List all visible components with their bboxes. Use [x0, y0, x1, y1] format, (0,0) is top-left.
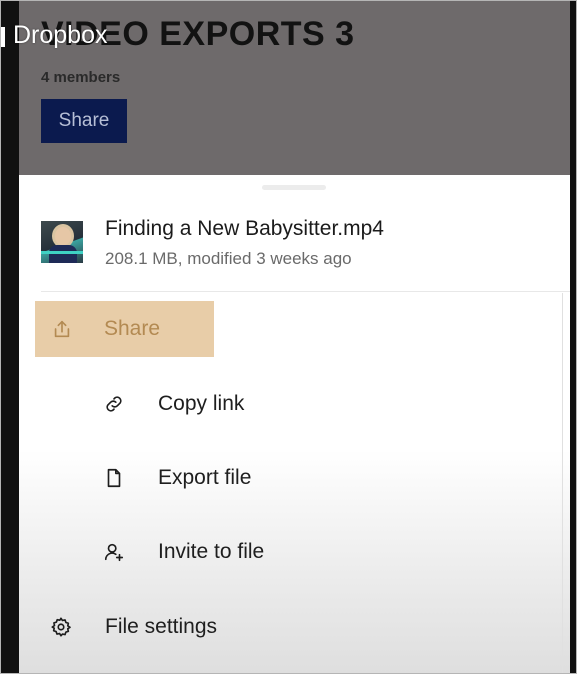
menu-item-label: Export file — [158, 466, 252, 489]
menu-item-share[interactable]: Share — [35, 301, 214, 357]
divider — [562, 293, 563, 673]
menu-item-copy-link[interactable]: Copy link — [102, 376, 244, 432]
file-actions-sheet: Finding a New Babysitter.mp4 208.1 MB, m… — [19, 175, 570, 673]
file-name: Finding a New Babysitter.mp4 — [105, 217, 384, 240]
menu-item-label: Share — [104, 317, 161, 340]
share-icon — [50, 317, 74, 341]
video-thumbnail — [41, 221, 83, 263]
app-frame: VIDEO EXPORTS 3 4 members Share Dropbox … — [0, 0, 577, 674]
folder-members-count: 4 members — [41, 69, 121, 86]
file-header: Finding a New Babysitter.mp4 208.1 MB, m… — [19, 213, 570, 293]
menu-item-file-settings[interactable]: File settings — [49, 599, 217, 655]
sheet-drag-handle[interactable] — [262, 185, 326, 190]
gear-icon — [49, 615, 73, 639]
menu-item-label: Invite to file — [158, 540, 265, 563]
app-name-label: Dropbox — [1, 21, 108, 50]
add-person-icon — [102, 540, 126, 564]
link-icon — [102, 392, 126, 416]
file-meta: 208.1 MB, modified 3 weeks ago — [105, 249, 352, 268]
menu-item-invite-to-file[interactable]: Invite to file — [102, 524, 264, 580]
menu-item-label: File settings — [105, 615, 218, 638]
menu-item-label: Copy link — [158, 392, 245, 415]
menu-item-export-file[interactable]: Export file — [102, 450, 251, 506]
divider — [41, 291, 570, 292]
folder-share-button[interactable]: Share — [41, 99, 127, 143]
file-icon — [102, 466, 126, 490]
